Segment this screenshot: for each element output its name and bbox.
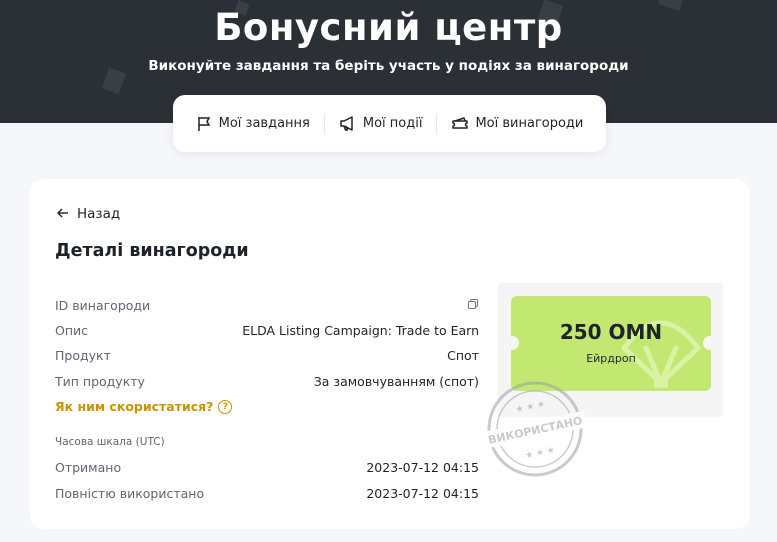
detail-row-product: Продукт Спот <box>55 348 479 363</box>
stamp-stars-bottom: ★ ★ ★ <box>525 445 556 461</box>
tab-bar: Мої завдання Мої події Мої винагороди <box>173 95 606 152</box>
page-title: Бонусний центр <box>214 6 563 49</box>
detail-label: Отримано <box>55 460 122 475</box>
detail-row-fully-used: Повністю використано 2023-07-12 04:15 <box>55 486 479 501</box>
detail-value: ELDA Listing Campaign: Trade to Earn <box>242 323 479 338</box>
details-title: Деталі винагороди <box>55 241 249 261</box>
timescale-label: Часова шкала (UTC) <box>55 436 165 448</box>
detail-label: Продукт <box>55 348 111 363</box>
ticket-icon <box>451 115 469 132</box>
used-stamp: ★ ★ ★ ВИКОРИСТАНО ★ ★ ★ <box>485 381 585 477</box>
detail-value: За замовчуванням (спот) <box>313 374 479 389</box>
reward-details-card: Назад Деталі винагороди ID винагороди Оп… <box>30 179 750 529</box>
detail-row-reward-id: ID винагороди <box>55 298 479 313</box>
stamp-stars-top: ★ ★ ★ <box>515 399 546 415</box>
flag-icon <box>196 115 213 132</box>
back-button[interactable]: Назад <box>57 206 120 222</box>
tab-label: Мої події <box>362 116 423 131</box>
megaphone-icon <box>339 115 357 132</box>
tab-label: Мої винагороди <box>475 116 584 131</box>
detail-row-received: Отримано 2023-07-12 04:15 <box>55 460 479 475</box>
tab-my-events[interactable]: Мої події <box>325 115 437 132</box>
detail-value: 2023-07-12 04:15 <box>366 486 479 501</box>
arrow-left-icon <box>57 206 69 222</box>
detail-label: Тип продукту <box>55 374 145 389</box>
tab-my-rewards[interactable]: Мої винагороди <box>437 115 597 132</box>
reward-voucher: 250 OMN Ейрдроп <box>511 296 711 391</box>
voucher-amount: 250 OMN <box>559 320 663 344</box>
detail-row-product-type: Тип продукту За замовчуванням (спот) <box>55 374 479 389</box>
detail-value: Спот <box>447 348 479 363</box>
detail-label: Повністю використано <box>55 486 205 501</box>
howto-label: Як ним скористатися? <box>55 399 214 414</box>
detail-row-description: Опис ELDA Listing Campaign: Trade to Ear… <box>55 323 479 338</box>
page-subtitle: Виконуйте завдання та беріть участь у по… <box>148 58 629 74</box>
tab-label: Мої завдання <box>218 116 310 131</box>
back-label: Назад <box>77 206 121 222</box>
tab-my-tasks[interactable]: Мої завдання <box>182 115 324 132</box>
detail-label: ID винагороди <box>55 298 151 313</box>
how-to-use-link[interactable]: Як ним скористатися? ? <box>55 399 233 414</box>
copy-icon[interactable] <box>467 298 479 313</box>
detail-value: 2023-07-12 04:15 <box>366 460 479 475</box>
question-icon: ? <box>218 399 233 414</box>
voucher-type: Ейрдроп <box>586 352 636 365</box>
detail-label: Опис <box>55 323 89 338</box>
